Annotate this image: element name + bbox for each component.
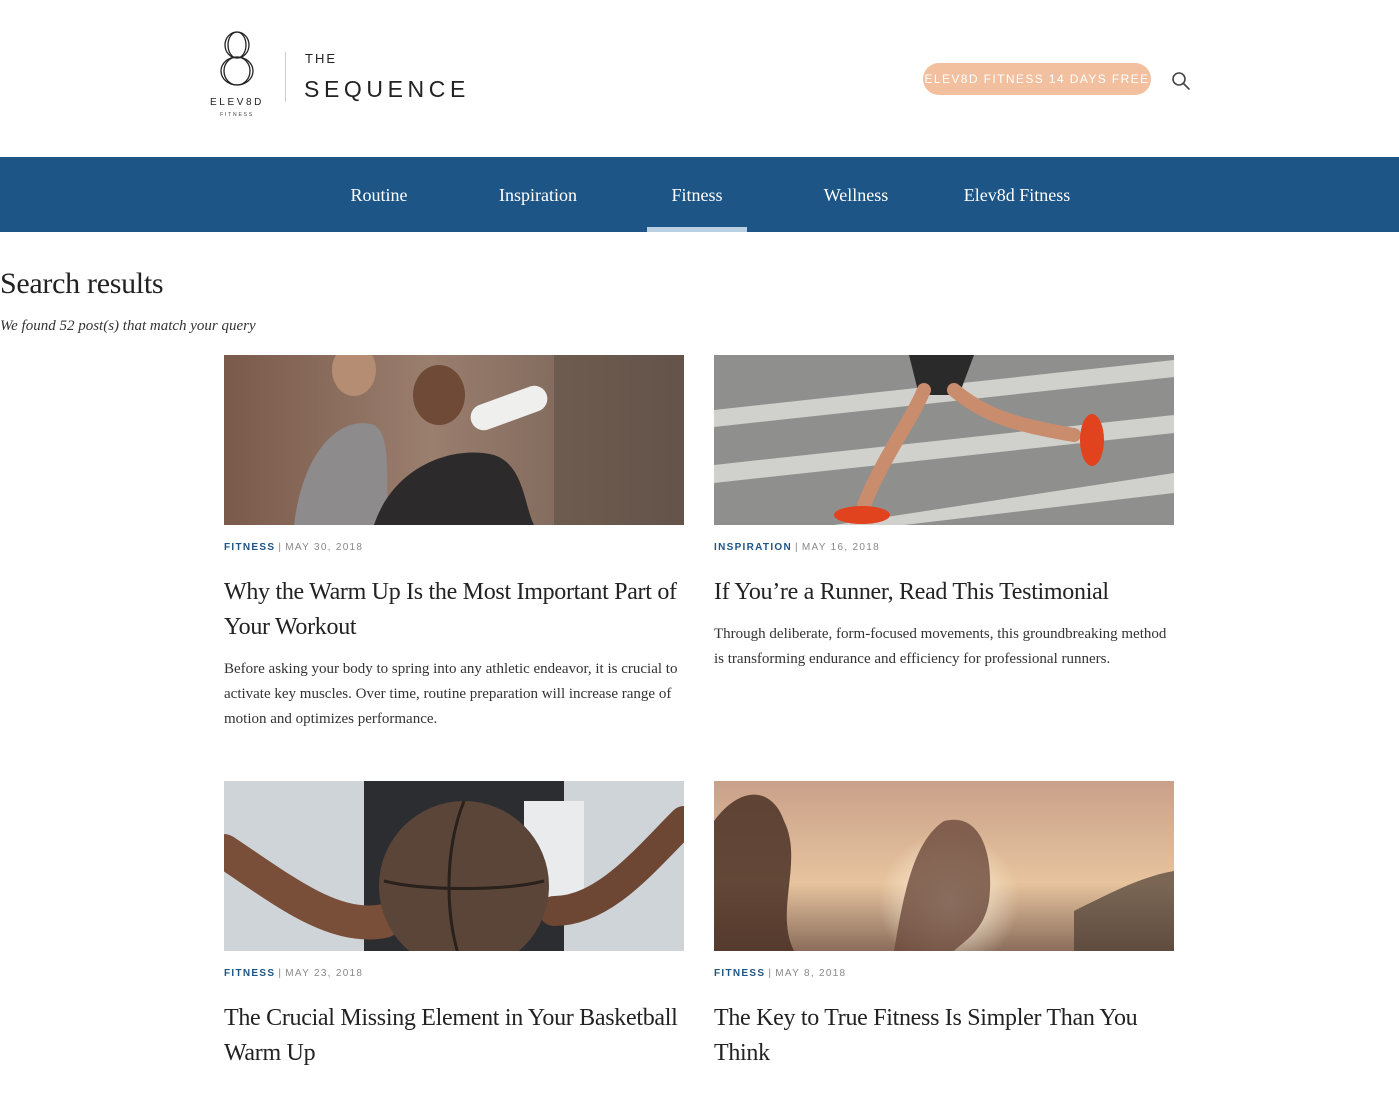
post-date: MAY 8, 2018	[775, 968, 847, 979]
logo-subtext: FITNESS	[220, 112, 254, 118]
logo-divider	[285, 52, 286, 102]
nav-item-fitness[interactable]: Fitness	[647, 157, 747, 232]
post-title[interactable]: If You’re a Runner, Read This Testimonia…	[714, 575, 1174, 610]
post-date: MAY 30, 2018	[285, 542, 364, 553]
nav-item-wellness[interactable]: Wellness	[811, 157, 901, 232]
post-meta: FITNESS | MAY 8, 2018	[714, 968, 847, 979]
post-card[interactable]: FITNESS | MAY 8, 2018 The Key to True Fitn…	[714, 781, 1174, 1071]
site-header: ELEV8D FITNESS THE SEQUENCE ELEV8D FITNE…	[0, 0, 1399, 157]
brand-title[interactable]: SEQUENCE	[304, 76, 470, 103]
page-title: Search results	[0, 267, 164, 300]
post-image-warm-up[interactable]	[224, 355, 684, 525]
nav-item-elev8d-fitness[interactable]: Elev8d Fitness	[957, 157, 1077, 232]
post-category[interactable]: FITNESS	[224, 542, 275, 553]
post-meta: INSPIRATION | MAY 16, 2018	[714, 542, 880, 553]
post-card[interactable]: INSPIRATION | MAY 16, 2018 If You’re a Run…	[714, 355, 1174, 672]
post-meta: FITNESS | MAY 30, 2018	[224, 542, 364, 553]
post-meta: FITNESS | MAY 23, 2018	[224, 968, 364, 979]
free-trial-button[interactable]: ELEV8D FITNESS 14 DAYS FREE	[923, 63, 1151, 95]
main-nav: Routine Inspiration Fitness Wellness Ele…	[0, 157, 1399, 232]
post-category[interactable]: FITNESS	[714, 968, 765, 979]
post-card[interactable]: FITNESS | MAY 30, 2018 Why the Warm Up Is …	[224, 355, 684, 732]
logo-text: ELEV8D	[210, 97, 264, 108]
post-title[interactable]: The Key to True Fitness Is Simpler Than …	[714, 1001, 1174, 1071]
post-date: MAY 23, 2018	[285, 968, 364, 979]
post-image-runner[interactable]	[714, 355, 1174, 525]
nav-item-inspiration[interactable]: Inspiration	[488, 157, 588, 232]
post-card[interactable]: FITNESS | MAY 23, 2018 The Crucial Missing…	[224, 781, 684, 1071]
post-excerpt: Through deliberate, form-focused movemen…	[714, 626, 1167, 667]
post-excerpt: Before asking your body to spring into a…	[224, 661, 678, 727]
post-title[interactable]: Why the Warm Up Is the Most Important Pa…	[224, 575, 684, 645]
results-count: We found 52 post(s) that match your quer…	[0, 318, 256, 334]
post-category[interactable]: FITNESS	[224, 968, 275, 979]
post-image-basketball[interactable]	[224, 781, 684, 951]
nav-item-routine[interactable]: Routine	[339, 157, 419, 232]
post-category[interactable]: INSPIRATION	[714, 542, 792, 553]
search-icon[interactable]	[1170, 70, 1192, 92]
post-date: MAY 16, 2018	[801, 542, 880, 553]
post-image-sunset-run[interactable]	[714, 781, 1174, 951]
brand-prefix: THE	[305, 51, 337, 66]
post-title[interactable]: The Crucial Missing Element in Your Bask…	[224, 1001, 684, 1071]
